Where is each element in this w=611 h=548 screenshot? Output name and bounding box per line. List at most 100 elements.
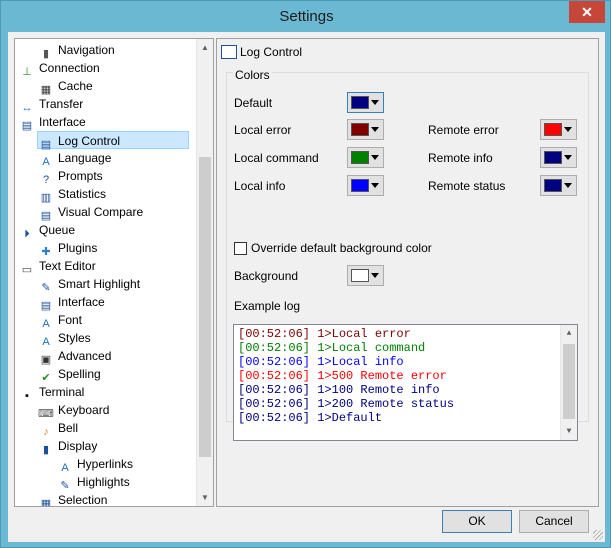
window-title: Settings (279, 8, 334, 25)
log-line: [00:52:06] 1>200 Remote status (238, 397, 455, 411)
tree-item-text-editor[interactable]: ▭ Text Editor (19, 257, 96, 276)
dialog-client: ▮ Navigation ⊥ Connection ▦ Cache ↔ Transfer ▤ In… (8, 32, 605, 542)
chevron-down-icon (371, 183, 379, 188)
tree-item-label: Smart Highlight (58, 277, 141, 291)
tree-item-navigation[interactable]: ▮ Navigation (38, 41, 115, 60)
log-line: [00:52:06] 1>500 Remote error (238, 369, 447, 383)
chevron-down-icon (371, 127, 379, 132)
tree-item-smart-highlight[interactable]: ✎ Smart Highlight (38, 275, 141, 294)
tree-item-label: Statistics (58, 187, 107, 201)
settings-window: Settings ✕ ▮ Navigation ⊥ Connection ▦ Cache ↔… (0, 0, 611, 548)
tree-item-interface[interactable]: ▤ Interface (19, 113, 86, 132)
default-color-button[interactable] (347, 92, 384, 113)
tree-item-label: Language (58, 151, 112, 165)
remote-info-color-button[interactable] (540, 147, 577, 168)
tree-item-label: Log Control (58, 134, 121, 148)
settings-tree: ▮ Navigation ⊥ Connection ▦ Cache ↔ Transfer ▤ In… (14, 38, 214, 507)
tree-item-label: Transfer (39, 97, 84, 111)
tree-item-label: Navigation (58, 43, 115, 57)
remote-info-label: Remote info (428, 151, 493, 165)
tree-item-keyboard[interactable]: ⌨ Keyboard (38, 401, 110, 420)
chevron-down-icon (564, 127, 572, 132)
scroll-down-icon[interactable]: ▼ (197, 489, 213, 506)
example-log[interactable]: [00:52:06] 1>Local error [00:52:06] 1>Loc… (233, 324, 578, 441)
tree-item-cache[interactable]: ▦ Cache (38, 77, 93, 96)
remote-status-label: Remote status (428, 179, 506, 193)
terminal-icon: ▪ (25, 390, 29, 402)
tree-item-label: Selection (58, 493, 108, 507)
tree-item-advanced[interactable]: ▣ Advanced (38, 347, 112, 366)
local-command-color-button[interactable] (347, 147, 384, 168)
tree-item-language[interactable]: A Language (38, 149, 112, 168)
remote-status-color-button[interactable] (540, 175, 577, 196)
tree-item-spelling[interactable]: ✔ Spelling (38, 365, 100, 384)
tree-item-bell[interactable]: ♪ Bell (38, 419, 79, 438)
tree-item-connection[interactable]: ⊥ Connection (19, 59, 100, 78)
tree-item-terminal[interactable]: ▪ Terminal (19, 383, 85, 402)
tree-item-visual-compare[interactable]: ▤ Visual Compare (38, 203, 144, 222)
tree-item-label: Visual Compare (58, 205, 144, 219)
tree-item-prompts[interactable]: ? Prompts (38, 167, 103, 186)
tree-item-label: Bell (58, 421, 79, 435)
log-line: [00:52:06] 1>Local command (238, 341, 426, 355)
tree-item-label: Plugins (58, 241, 98, 255)
title-bar[interactable]: Settings ✕ (1, 1, 611, 33)
tree-item-label: Connection (39, 61, 100, 75)
tree-item-log-control[interactable]: ▤ Log Control (37, 131, 189, 151)
local-error-label: Local error (234, 123, 292, 137)
ok-button[interactable]: OK (442, 510, 512, 533)
tree-item-label: Hyperlinks (77, 457, 134, 471)
override-background-label[interactable]: Override default background color (251, 241, 432, 255)
interface-icon: ▤ (21, 120, 33, 132)
log-line: [00:52:06] 1>Default (238, 411, 383, 425)
local-error-color-button[interactable] (347, 119, 384, 140)
scroll-up-icon[interactable]: ▲ (197, 39, 213, 56)
tree-item-styles[interactable]: A Styles (38, 329, 90, 348)
tree-item-label: Keyboard (58, 403, 110, 417)
scroll-down-icon[interactable]: ▼ (561, 423, 577, 440)
tree-item-selection[interactable]: ▦ Selection (38, 491, 108, 507)
local-info-label: Local info (234, 179, 286, 193)
tree-item-label: Terminal (39, 385, 85, 399)
local-error-color-swatch (351, 123, 369, 136)
tree-item-queue[interactable]: ⏵ Queue (19, 221, 75, 240)
local-info-color-button[interactable] (347, 175, 384, 196)
local-command-color-swatch (351, 151, 369, 164)
cancel-button[interactable]: Cancel (519, 510, 589, 533)
tree-item-label: Highlights (77, 475, 130, 489)
remote-error-color-swatch (544, 123, 562, 136)
queue-icon: ⏵ (24, 228, 30, 240)
connection-icon: ⊥ (22, 66, 32, 78)
scroll-thumb[interactable] (199, 157, 211, 457)
chevron-down-icon (371, 100, 379, 105)
tree-item-hyperlinks[interactable]: A Hyperlinks (57, 455, 134, 474)
default-color-swatch (351, 96, 369, 109)
tree-scrollbar[interactable]: ▲ ▼ (196, 39, 213, 506)
scroll-thumb[interactable] (563, 344, 575, 419)
remote-error-color-button[interactable] (540, 119, 577, 140)
log-line: [00:52:06] 1>Local info (238, 355, 404, 369)
chevron-down-icon (564, 183, 572, 188)
tree-item-label: Text Editor (39, 259, 96, 273)
override-background-checkbox[interactable] (234, 242, 247, 255)
tree-item-display[interactable]: ▮ Display (38, 437, 98, 456)
tree-item-highlights[interactable]: ✎ Highlights (57, 473, 130, 492)
tree-item-transfer[interactable]: ↔ Transfer (19, 95, 84, 114)
panel-title: Log Control (240, 45, 303, 59)
tree-item-font[interactable]: A Font (38, 311, 83, 330)
tree-item-label: Display (58, 439, 98, 453)
local-info-color-swatch (351, 179, 369, 192)
scroll-up-icon[interactable]: ▲ (561, 325, 577, 342)
log-scrollbar[interactable]: ▲ ▼ (560, 325, 577, 440)
tree-item-interface[interactable]: ▤ Interface (38, 293, 105, 312)
tree-item-label: Prompts (58, 169, 103, 183)
remote-status-color-swatch (544, 179, 562, 192)
background-color-button[interactable] (347, 265, 384, 286)
panel-header: Log Control (221, 43, 302, 61)
tree-item-statistics[interactable]: ▥ Statistics (38, 185, 107, 204)
resize-grip-icon[interactable] (593, 530, 603, 540)
tree-item-label: Font (58, 313, 83, 327)
tree-item-plugins[interactable]: ✚ Plugins (38, 239, 98, 258)
close-button[interactable]: ✕ (569, 1, 605, 23)
tree-item-label: Interface (39, 115, 86, 129)
